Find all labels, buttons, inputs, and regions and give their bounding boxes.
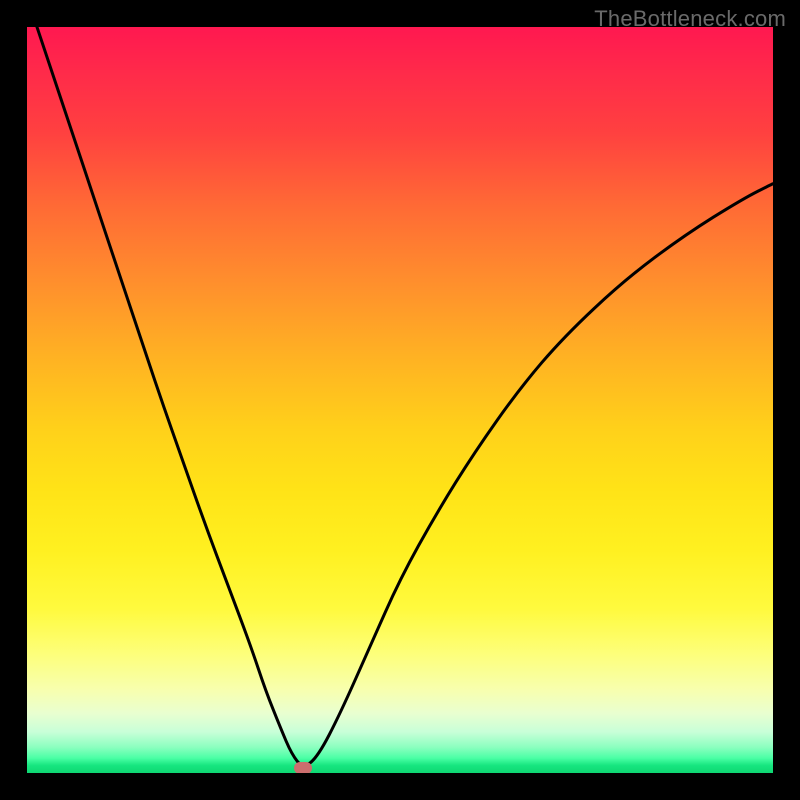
bottleneck-curve (27, 27, 773, 773)
plot-area (27, 27, 773, 773)
optimal-point-marker (294, 762, 312, 773)
watermark-text: TheBottleneck.com (594, 6, 786, 32)
